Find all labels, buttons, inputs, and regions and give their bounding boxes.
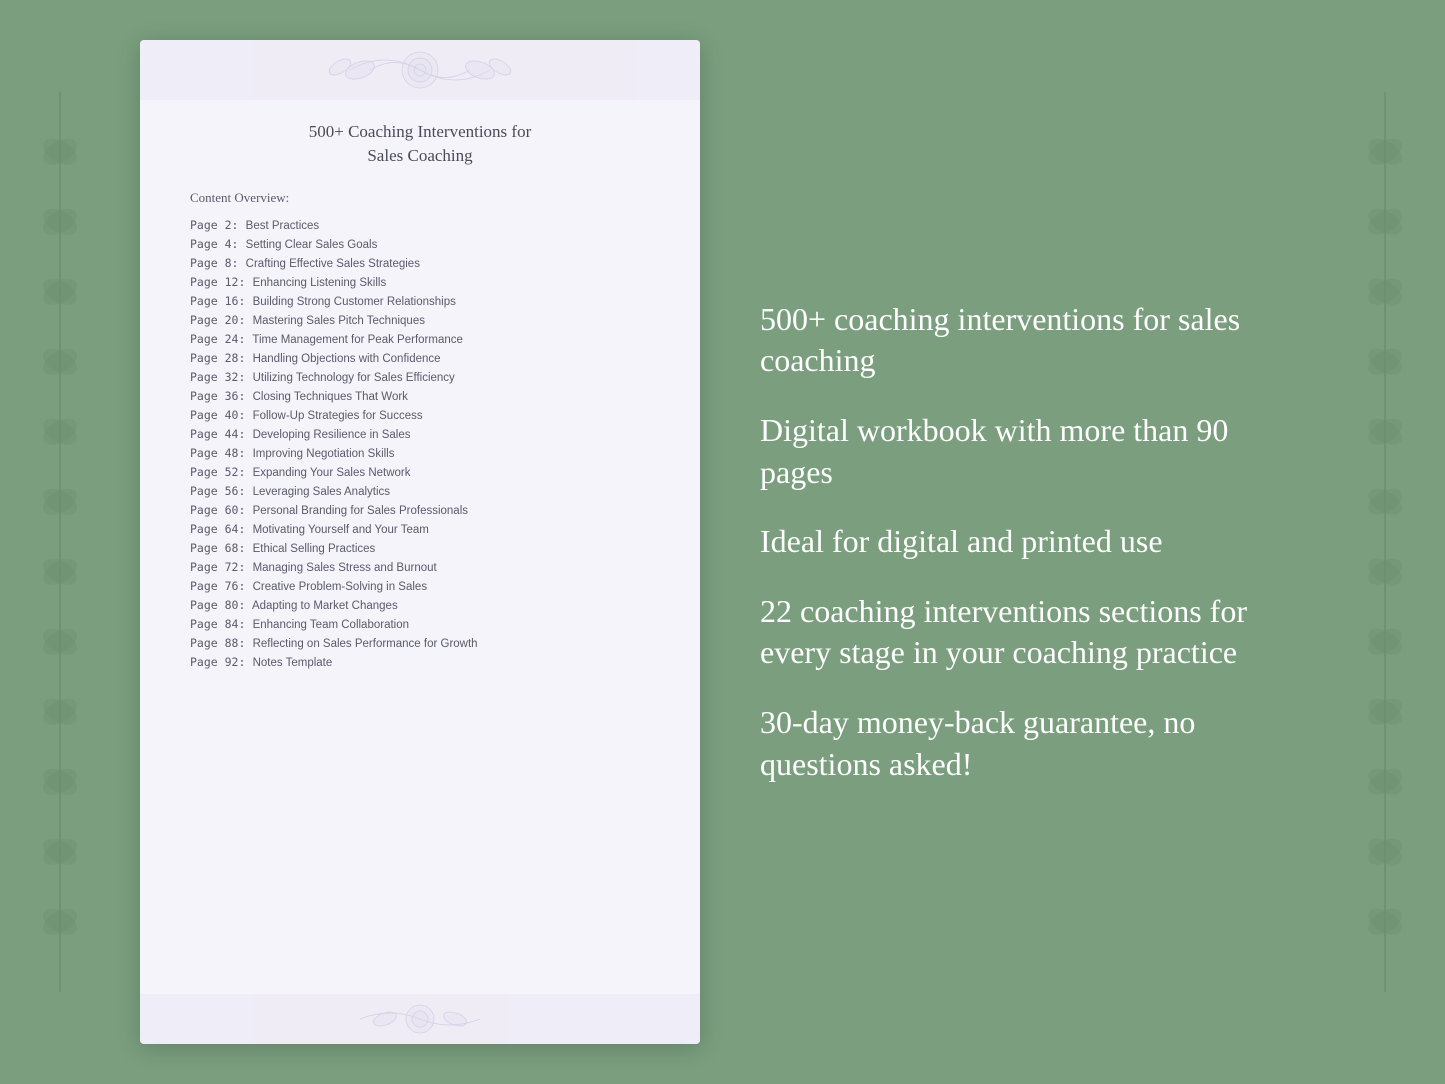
document-title: 500+ Coaching Interventions for Sales Co… [190,120,650,168]
feature-text-1: 500+ coaching interventions for sales co… [760,299,1265,382]
main-content: 500+ Coaching Interventions for Sales Co… [120,0,1325,1084]
toc-item: Page 80: Adapting to Market Changes [190,596,650,615]
toc-item: Page 56: Leveraging Sales Analytics [190,482,650,501]
feature-text-2: Digital workbook with more than 90 pages [760,410,1265,493]
toc-item: Page 4: Setting Clear Sales Goals [190,235,650,254]
table-of-contents: Page 2: Best PracticesPage 4: Setting Cl… [190,216,650,672]
doc-footer-decoration [140,994,700,1044]
doc-header-decoration [140,40,700,100]
toc-item: Page 36: Closing Techniques That Work [190,387,650,406]
feature-text-4: 22 coaching interventions sections for e… [760,591,1265,674]
features-panel: 500+ coaching interventions for sales co… [740,40,1305,1044]
toc-item: Page 52: Expanding Your Sales Network [190,463,650,482]
toc-item: Page 12: Enhancing Listening Skills [190,273,650,292]
toc-item: Page 48: Improving Negotiation Skills [190,444,650,463]
document-panel: 500+ Coaching Interventions for Sales Co… [140,40,700,1044]
feature-text-3: Ideal for digital and printed use [760,521,1265,563]
toc-item: Page 28: Handling Objections with Confid… [190,349,650,368]
toc-item: Page 84: Enhancing Team Collaboration [190,615,650,634]
toc-item: Page 20: Mastering Sales Pitch Technique… [190,311,650,330]
toc-item: Page 64: Motivating Yourself and Your Te… [190,520,650,539]
toc-item: Page 76: Creative Problem-Solving in Sal… [190,577,650,596]
toc-item: Page 92: Notes Template [190,653,650,672]
toc-item: Page 32: Utilizing Technology for Sales … [190,368,650,387]
right-leaf-border [1325,0,1445,1084]
toc-item: Page 40: Follow-Up Strategies for Succes… [190,406,650,425]
toc-item: Page 2: Best Practices [190,216,650,235]
content-overview-label: Content Overview: [190,190,650,206]
toc-item: Page 8: Crafting Effective Sales Strateg… [190,254,650,273]
toc-item: Page 16: Building Strong Customer Relati… [190,292,650,311]
left-leaf-border [0,0,120,1084]
toc-item: Page 88: Reflecting on Sales Performance… [190,634,650,653]
toc-item: Page 72: Managing Sales Stress and Burno… [190,558,650,577]
toc-item: Page 24: Time Management for Peak Perfor… [190,330,650,349]
toc-item: Page 68: Ethical Selling Practices [190,539,650,558]
feature-text-5: 30-day money-back guarantee, no question… [760,702,1265,785]
toc-item: Page 60: Personal Branding for Sales Pro… [190,501,650,520]
toc-item: Page 44: Developing Resilience in Sales [190,425,650,444]
document-body: 500+ Coaching Interventions for Sales Co… [140,100,700,994]
